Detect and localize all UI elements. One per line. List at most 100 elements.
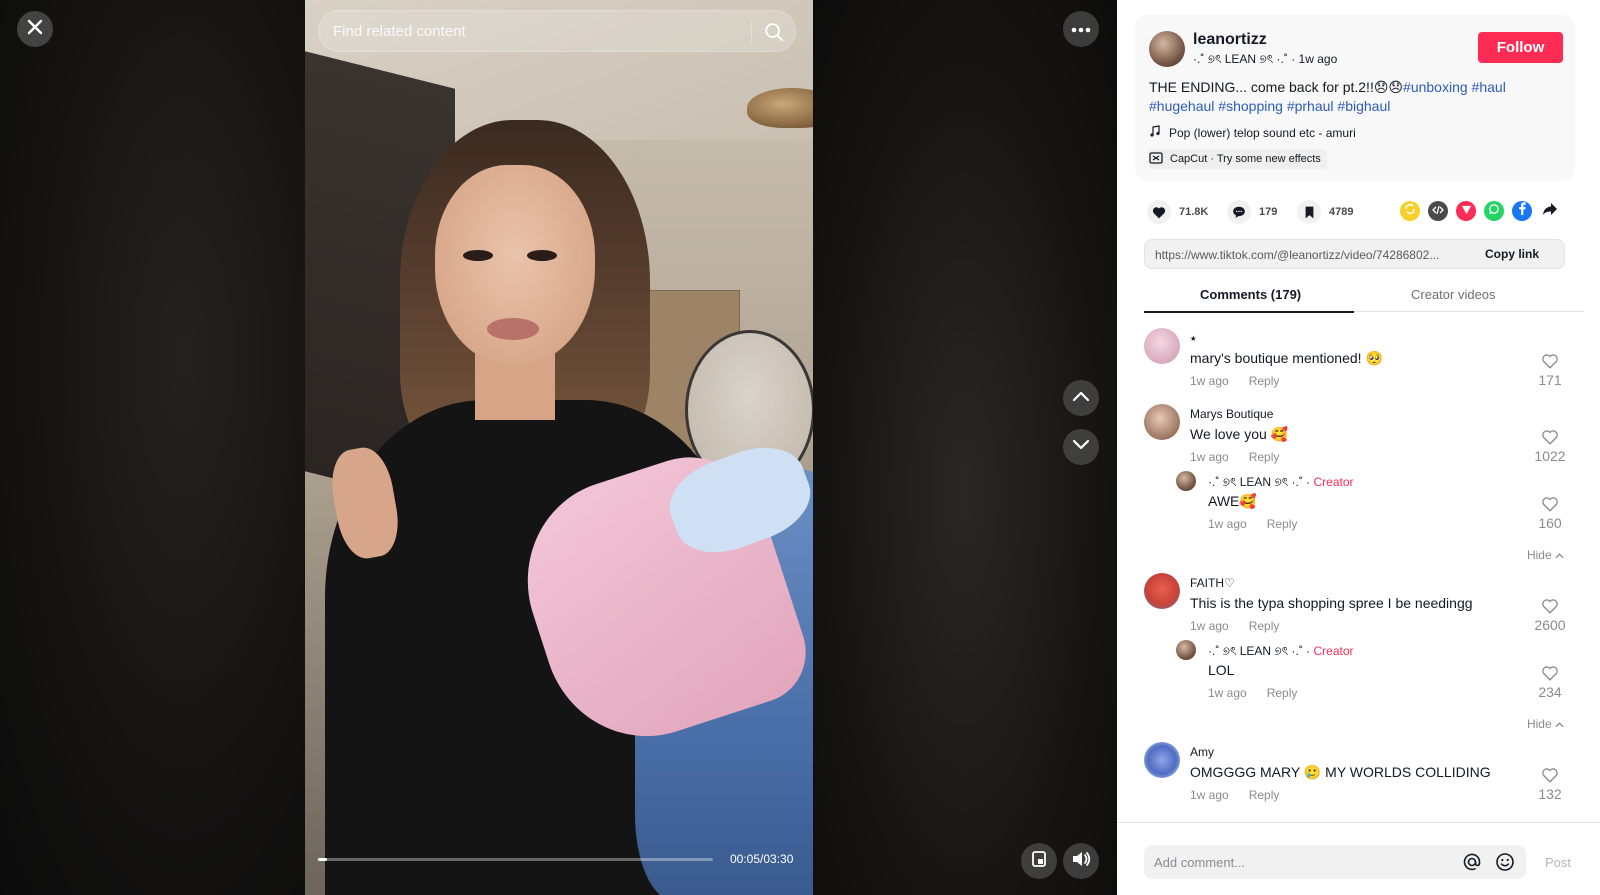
reply-button[interactable]: Reply [1267, 686, 1298, 700]
comment-text: We love you 🥰 [1190, 426, 1289, 442]
reply-button[interactable]: Reply [1249, 450, 1280, 464]
author-display-name[interactable]: ·.˚ ୭ৎ LEAN ୭ৎ ·.˚ [1193, 52, 1288, 66]
active-tab-indicator [1144, 311, 1354, 313]
hide-replies-button[interactable]: Hide [1527, 717, 1564, 731]
reply-button[interactable]: Reply [1249, 788, 1280, 802]
author-avatar[interactable] [1149, 31, 1185, 67]
comment-like[interactable]: 160 [1530, 495, 1570, 531]
comment-item: FAITH♡ This is the typa shopping spree I… [1144, 573, 1574, 643]
comment-text: mary's boutique mentioned! 🥺 [1190, 350, 1383, 366]
comment-author[interactable]: FAITH♡ [1190, 576, 1235, 590]
hashtag-link[interactable]: #shopping [1218, 98, 1283, 114]
avatar[interactable] [1144, 404, 1180, 440]
comment-time: 1w ago [1190, 788, 1229, 802]
comment-meta: 1w ago Reply [1190, 788, 1279, 802]
comment-like[interactable]: 1022 [1530, 428, 1570, 464]
previous-video-button[interactable] [1063, 380, 1099, 416]
video-person-lips [487, 318, 539, 340]
whatsapp-share-button[interactable] [1484, 201, 1504, 221]
hashtag-link[interactable]: #unboxing [1403, 79, 1468, 95]
hashtag-link[interactable]: #hugehaul [1149, 98, 1214, 114]
avatar[interactable] [1144, 328, 1180, 364]
search-input[interactable] [333, 11, 733, 51]
video-player[interactable] [305, 0, 813, 895]
heart-outline-icon [1542, 599, 1558, 614]
send-share-button[interactable] [1456, 201, 1476, 221]
next-video-button[interactable] [1063, 429, 1099, 465]
hide-replies-button[interactable]: Hide [1527, 548, 1564, 562]
share-arrow-icon [1542, 202, 1558, 221]
tab-comments[interactable]: Comments (179) [1200, 287, 1301, 302]
video-time: 00:05/03:30 [730, 852, 794, 866]
share-link-url[interactable]: https://www.tiktok.com/@leanortizz/video… [1155, 248, 1475, 262]
comment-item: Marys Boutique We love you 🥰 1w ago Repl… [1144, 404, 1574, 474]
facebook-icon [1517, 202, 1527, 220]
comment-input[interactable] [1154, 845, 1444, 879]
comment-input-box[interactable] [1144, 845, 1526, 879]
comment-author[interactable]: ⭑ [1190, 331, 1196, 346]
video-person-eye [463, 250, 493, 261]
avatar[interactable] [1176, 640, 1196, 660]
follow-button[interactable]: Follow [1478, 32, 1563, 63]
video-progress-fill [318, 858, 328, 861]
comment-time: 1w ago [1190, 374, 1229, 388]
reply-button[interactable]: Reply [1249, 374, 1280, 388]
reply-button[interactable]: Reply [1267, 517, 1298, 531]
tab-creator-videos[interactable]: Creator videos [1411, 287, 1496, 302]
comment-time: 1w ago [1208, 686, 1247, 700]
comment-item: Amy OMGGGG MARY 🥲 MY WORLDS COLLIDING 1w… [1144, 742, 1574, 812]
search-bar[interactable] [318, 10, 796, 52]
comment-meta: 1w ago Reply [1208, 686, 1297, 700]
comment-like[interactable]: 132 [1530, 766, 1570, 802]
video-progress-bar[interactable] [318, 858, 713, 861]
author-username[interactable]: leanortizz [1193, 31, 1267, 49]
video-scene-lamp [747, 88, 813, 128]
hashtag-link[interactable]: #haul [1472, 79, 1506, 95]
like-button[interactable]: 71.8K [1147, 200, 1208, 224]
comment-like[interactable]: 2600 [1530, 597, 1570, 633]
comment-item: ⭑ mary's boutique mentioned! 🥺 1w ago Re… [1144, 328, 1574, 398]
creator-badge: Creator [1313, 475, 1354, 489]
search-icon[interactable] [763, 21, 785, 43]
comment-author[interactable]: Amy [1190, 745, 1214, 759]
floating-player-button[interactable] [1021, 843, 1057, 879]
embed-share-button[interactable] [1428, 201, 1448, 221]
more-options-button[interactable] [1063, 11, 1099, 47]
hashtag-link[interactable]: #bighaul [1337, 98, 1390, 114]
comment-like[interactable]: 234 [1530, 664, 1570, 700]
mention-icon[interactable] [1462, 852, 1482, 877]
copy-link-button[interactable]: Copy link [1485, 247, 1539, 261]
comment-author[interactable]: Marys Boutique [1190, 407, 1273, 421]
heart-icon [1147, 200, 1171, 224]
save-button[interactable]: 4789 [1297, 200, 1353, 224]
comment-like-count: 2600 [1534, 617, 1566, 633]
capcut-link[interactable]: CapCut · Try some new effects [1149, 149, 1327, 169]
comment-time: 1w ago [1208, 517, 1247, 531]
action-bar: 71.8K 179 4789 [1147, 200, 1577, 224]
hashtag-link[interactable]: #prhaul [1287, 98, 1334, 114]
volume-button[interactable] [1063, 843, 1099, 879]
comment-text: OMGGGG MARY 🥲 MY WORLDS COLLIDING [1190, 764, 1491, 780]
comment-icon [1227, 200, 1251, 224]
comment-like[interactable]: 171 [1530, 352, 1570, 388]
close-button[interactable] [17, 11, 53, 47]
reply-button[interactable]: Reply [1249, 619, 1280, 633]
more-share-button[interactable] [1540, 201, 1560, 221]
embed-icon [1432, 202, 1444, 220]
avatar[interactable] [1144, 742, 1180, 778]
heart-outline-icon [1542, 354, 1558, 369]
avatar[interactable] [1176, 471, 1196, 491]
avatar[interactable] [1144, 573, 1180, 609]
repost-share-button[interactable] [1400, 201, 1420, 221]
comment-button[interactable]: 179 [1227, 200, 1277, 224]
capcut-label: CapCut · Try some new effects [1170, 153, 1321, 165]
facebook-share-button[interactable] [1512, 201, 1532, 221]
comment-author[interactable]: ·.˚ ୭ৎ LEAN ୭ৎ ·.˚ · Creator [1208, 474, 1354, 494]
emoji-icon[interactable] [1495, 852, 1515, 877]
chevron-up-icon [1072, 389, 1090, 407]
post-comment-button[interactable]: Post [1545, 855, 1571, 870]
comment-author[interactable]: ·.˚ ୭ৎ LEAN ୭ৎ ·.˚ · Creator [1208, 643, 1354, 663]
chevron-down-icon [1072, 438, 1090, 456]
share-link-box: https://www.tiktok.com/@leanortizz/video… [1144, 239, 1565, 269]
music-link[interactable]: Pop (lower) telop sound etc - amuri [1149, 125, 1356, 140]
